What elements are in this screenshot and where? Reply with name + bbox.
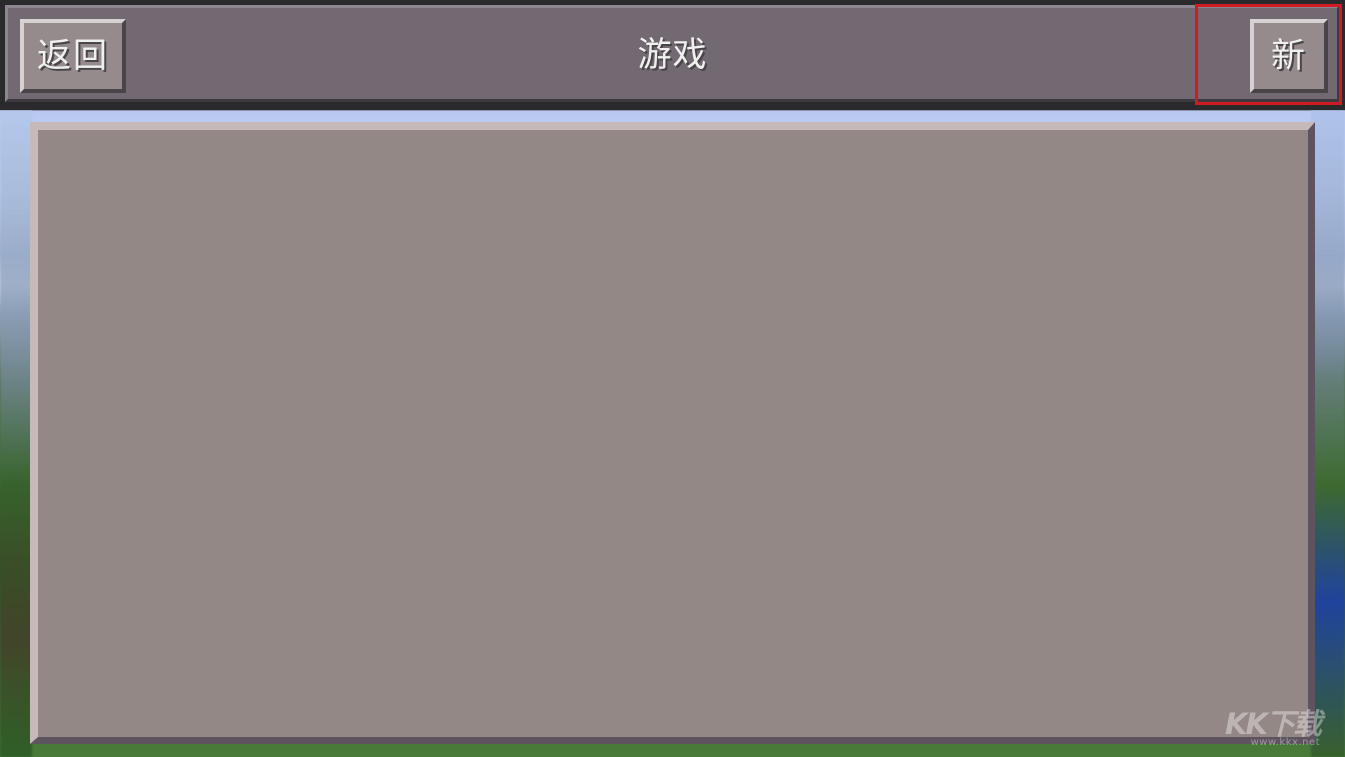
games-list-panel <box>30 122 1315 744</box>
background-left-landscape <box>0 110 32 757</box>
background-right-landscape <box>1311 110 1345 757</box>
new-game-button[interactable]: 新 <box>1250 19 1328 93</box>
top-toolbar: 返回 游戏 新 <box>0 0 1345 110</box>
page-title: 游戏 <box>637 35 708 75</box>
toolbar-inner: 返回 游戏 新 <box>5 5 1340 102</box>
